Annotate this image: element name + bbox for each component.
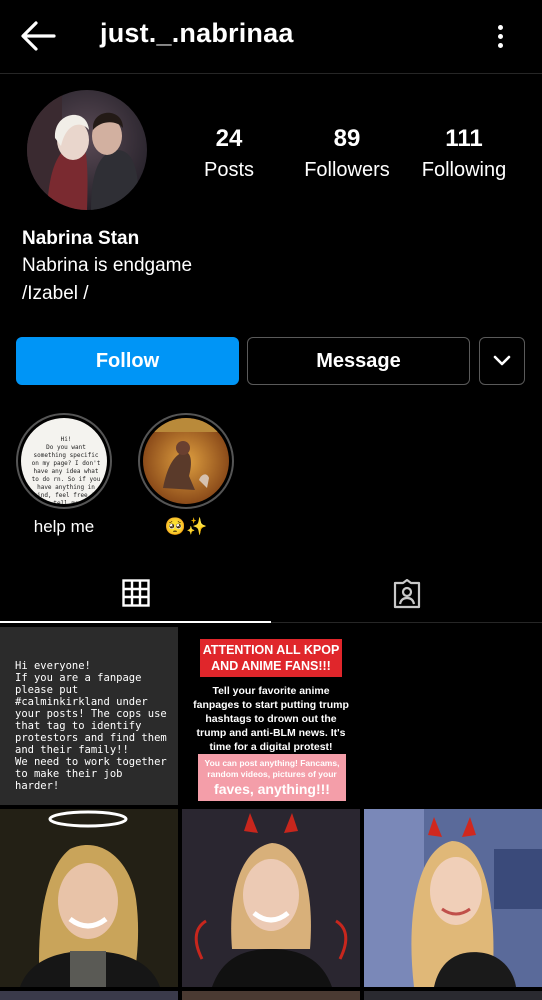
followers-count: 89: [333, 125, 361, 152]
post-photo[interactable]: [0, 809, 178, 987]
top-bar: just._.nabrinaa: [0, 0, 542, 74]
follow-button[interactable]: Follow: [16, 337, 239, 385]
followers-label: Followers: [304, 159, 390, 181]
post-image: [364, 809, 542, 987]
post-protest-poster[interactable]: ATTENTION ALL KPOP AND ANIME FANS!!! Tel…: [182, 627, 360, 805]
suggested-accounts-button[interactable]: [479, 337, 525, 385]
post-photo[interactable]: [364, 991, 542, 1000]
profile-avatar[interactable]: [27, 90, 147, 210]
profile-tabs: [0, 565, 542, 623]
tagged-user-icon: [393, 579, 420, 609]
message-button[interactable]: Message: [247, 337, 470, 385]
highlight-help-me[interactable]: Hi! Do you want something specific on my…: [16, 413, 112, 537]
poster-banner: ATTENTION ALL KPOP AND ANIME FANS!!!: [200, 639, 342, 677]
following-label: Following: [421, 159, 507, 181]
posts-count: 24: [215, 125, 243, 152]
profile-username: just._.nabrinaa: [100, 18, 294, 48]
highlight-cover-text: Hi! Do you want something specific on my…: [21, 418, 107, 504]
grid-icon: [121, 579, 150, 607]
stat-following[interactable]: 111 Following: [399, 124, 529, 184]
following-count: 111: [445, 125, 483, 152]
back-arrow-icon[interactable]: [18, 18, 58, 54]
post-photo[interactable]: [0, 991, 178, 1000]
poster-pink-small: You can post anything! Fancams, random v…: [204, 758, 342, 779]
post-image: [0, 809, 178, 987]
highlight-caption: 🥺✨: [164, 517, 208, 536]
stat-posts[interactable]: 24 Posts: [164, 124, 294, 184]
display-name: Nabrina Stan: [22, 228, 140, 249]
bio-line: Nabrina is endgame: [22, 255, 193, 276]
poster-pink-box: You can post anything! Fancams, random v…: [198, 754, 346, 801]
highlight-cover-image: [143, 418, 229, 504]
posts-label: Posts: [203, 159, 255, 181]
bio-line: /Izabel /: [22, 283, 89, 304]
post-photo[interactable]: [182, 991, 360, 1000]
post-image: [182, 809, 360, 987]
poster-body: Tell your favorite anime fanpages to sta…: [193, 685, 352, 753]
post-photo[interactable]: [364, 809, 542, 987]
highlight-caption: help me: [33, 517, 95, 536]
poster-pink-big: faves, anything!!!: [214, 781, 330, 797]
post-empty: [364, 627, 542, 805]
tab-posts-grid[interactable]: [0, 565, 271, 623]
tab-tagged[interactable]: [271, 565, 542, 623]
chevron-down-icon: [493, 355, 511, 366]
post-photo[interactable]: [182, 809, 360, 987]
more-options-icon[interactable]: [488, 20, 512, 52]
profile-bio: Nabrina Stan Nabrina is endgame /Izabel …: [22, 226, 192, 308]
highlight-emoji[interactable]: 🥺✨: [138, 413, 234, 537]
stat-followers[interactable]: 89 Followers: [282, 124, 412, 184]
post-text-note[interactable]: Hi everyone! If you are a fanpage please…: [0, 627, 178, 805]
